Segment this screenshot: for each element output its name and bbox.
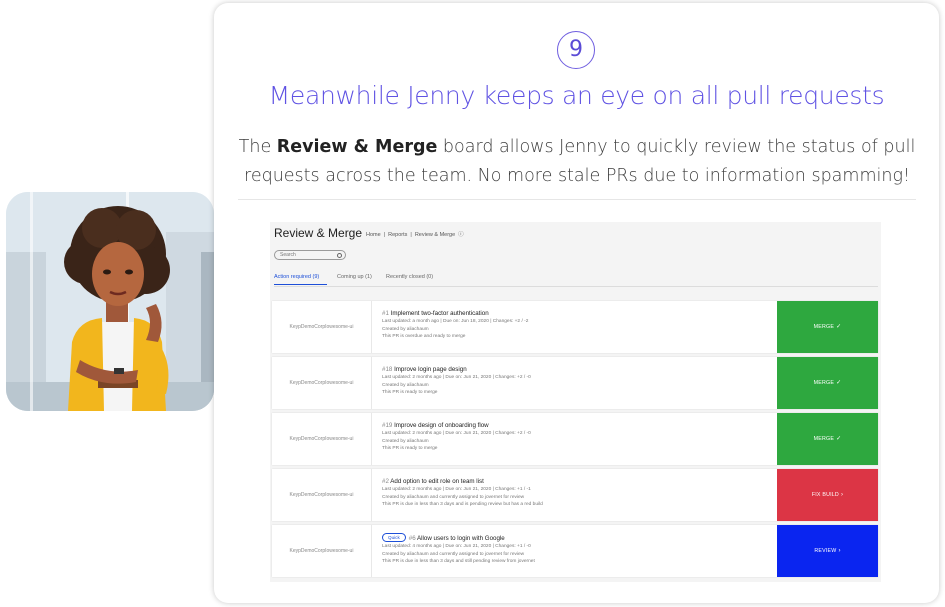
action-label: MERGE (813, 380, 835, 386)
pull-request-status: This PR is due in less than 3 days and i… (382, 502, 543, 507)
pull-request-details: #18 Improve login page design Last update… (382, 365, 762, 397)
pull-request-title: Improve design of onboarding flow (394, 422, 489, 429)
content-card: 9 Meanwhile Jenny keeps an eye on all pu… (214, 3, 939, 603)
pull-request-updated: Last updated: a month ago | Due on: Jun … (382, 319, 529, 324)
pull-request-updated: Last updated: 4 months ago | Due on: Jun… (382, 544, 531, 549)
tab-recently-closed[interactable]: Recently closed (0) (386, 274, 433, 280)
pull-request-status: This PR is ready to merge (382, 390, 438, 395)
breadcrumb-separator: | (410, 232, 412, 238)
tab-divider (274, 286, 878, 287)
pull-request-creator: Created by aliachaum (382, 438, 429, 444)
check-circle-icon: ✓ (836, 380, 842, 386)
headline: Meanwhile Jenny keeps an eye on all pull… (268, 81, 885, 110)
pull-request-number: #1 (382, 310, 389, 317)
pull-request-title: Improve login page design (394, 366, 467, 373)
pull-request-creator: Created by aliachaum (382, 326, 429, 332)
pull-request-updated: Last updated: 2 months ago | Due on: Jun… (382, 375, 531, 380)
pull-request-details: #1 Implement two-factor authentication La… (382, 309, 762, 341)
quick-badge: Quick (382, 533, 406, 542)
pull-request-creator: Created by aliachaum and currently assig… (382, 551, 525, 557)
pull-request-row: KeypDemoCorpIowesome-ui #1 Implement two-… (272, 301, 878, 353)
repository-name: KeypDemoCorpIowesome-ui (272, 357, 372, 409)
pull-request-row: KeypDemoCorpIowesome-ui Quick #6 Allow use… (272, 525, 878, 577)
fix-build-button[interactable]: FIX BUILD › (777, 469, 878, 521)
step-number-badge: 9 (557, 31, 595, 69)
pull-request-number: #6 (408, 535, 416, 542)
pull-request-status: This PR is ready to merge (382, 446, 438, 451)
action-label: MERGE (813, 324, 835, 330)
pull-request-title: Add option to edit role on team list (390, 478, 484, 485)
active-tab-indicator (274, 284, 327, 286)
breadcrumb-reports[interactable]: Reports (388, 232, 407, 238)
pull-request-number: #2 (382, 478, 389, 485)
chevron-right-icon: › (838, 548, 841, 554)
pull-request-number: #18 (382, 366, 393, 373)
search-icon (337, 252, 342, 258)
tab-action-required[interactable]: Action required (9) (274, 274, 319, 280)
action-label: REVIEW (814, 548, 837, 554)
pull-request-title-line[interactable]: Quick #6 Allow users to login with Google (382, 533, 762, 543)
review-button[interactable]: REVIEW › (777, 525, 878, 577)
repository-name: KeypDemoCorpIowesome-ui (272, 525, 372, 577)
pull-request-details: #2 Add option to edit role on team list L… (382, 477, 762, 509)
breadcrumb-separator: | (383, 232, 386, 238)
pull-request-updated: Last updated: 2 months ago | Due on: Jun… (382, 487, 531, 492)
pull-request-title: Allow users to login with Google (417, 535, 505, 542)
check-circle-icon: ✓ (836, 324, 842, 330)
search-placeholder: Search (280, 252, 296, 258)
merge-button[interactable]: MERGE ✓ (777, 357, 878, 409)
pull-request-row: KeypDemoCorpIowesome-ui #19 Improve desig… (272, 413, 878, 465)
pull-request-title: Implement two-factor authentication (390, 310, 489, 317)
action-label: FIX BUILD (811, 492, 839, 498)
search-input[interactable]: Search (274, 250, 346, 260)
pull-request-number: #19 (382, 422, 393, 429)
pull-request-updated: Last updated: 2 months ago | Due on: Jun… (382, 431, 531, 436)
pull-request-title-line[interactable]: #18 Improve login page design (382, 365, 762, 374)
repository-name: KeypDemoCorpIowesome-ui (272, 469, 372, 521)
description-bold: Review & Merge (276, 137, 438, 157)
pull-request-title-line[interactable]: #19 Improve design of onboarding flow (382, 421, 762, 430)
pull-request-details: #19 Improve design of onboarding flow Las… (382, 421, 762, 453)
description-pre: The (238, 137, 277, 157)
check-circle-icon: ✓ (836, 436, 842, 442)
divider (238, 199, 916, 200)
breadcrumb: Home | Reports | Review & Merge ⓘ (366, 230, 467, 238)
pull-request-creator: Created by aliachaum and currently assig… (382, 494, 525, 500)
repository-name: KeypDemoCorpIowesome-ui (272, 413, 372, 465)
pull-request-row: KeypDemoCorpIowesome-ui #18 Improve login… (272, 357, 878, 409)
merge-button[interactable]: MERGE ✓ (777, 413, 878, 465)
chevron-right-icon: › (840, 492, 844, 498)
merge-button[interactable]: MERGE ✓ (777, 301, 878, 353)
breadcrumb-home[interactable]: Home (366, 232, 381, 238)
tab-coming-up[interactable]: Coming up (1) (337, 274, 372, 280)
pull-request-status: This PR is due in less than 3 days and s… (382, 559, 535, 564)
help-icon[interactable]: ⓘ (458, 232, 464, 238)
action-label: MERGE (813, 436, 835, 442)
breadcrumb-current: Review & Merge (414, 232, 456, 238)
review-merge-board: Review & Merge Home | Reports | Review & Mer… (270, 222, 881, 582)
pull-request-title-line[interactable]: #2 Add option to edit role on team list (382, 477, 762, 486)
pull-request-creator: Created by aliachaum (382, 382, 429, 388)
description: The Review & Merge board allows Jenny to… (232, 133, 922, 191)
page: 9 Meanwhile Jenny keeps an eye on all pu… (0, 0, 945, 607)
pull-request-row: KeypDemoCorpIowesome-ui #2 Add option to … (272, 469, 878, 521)
repository-name: KeypDemoCorpIowesome-ui (272, 301, 372, 353)
character-illustration (6, 192, 214, 411)
board-title: Review & Merge (274, 226, 363, 240)
pull-request-details: Quick #6 Allow users to login with Google… (382, 533, 762, 566)
pull-request-title-line[interactable]: #1 Implement two-factor authentication (382, 309, 762, 318)
pull-request-status: This PR is overdue and ready to merge (382, 334, 466, 339)
